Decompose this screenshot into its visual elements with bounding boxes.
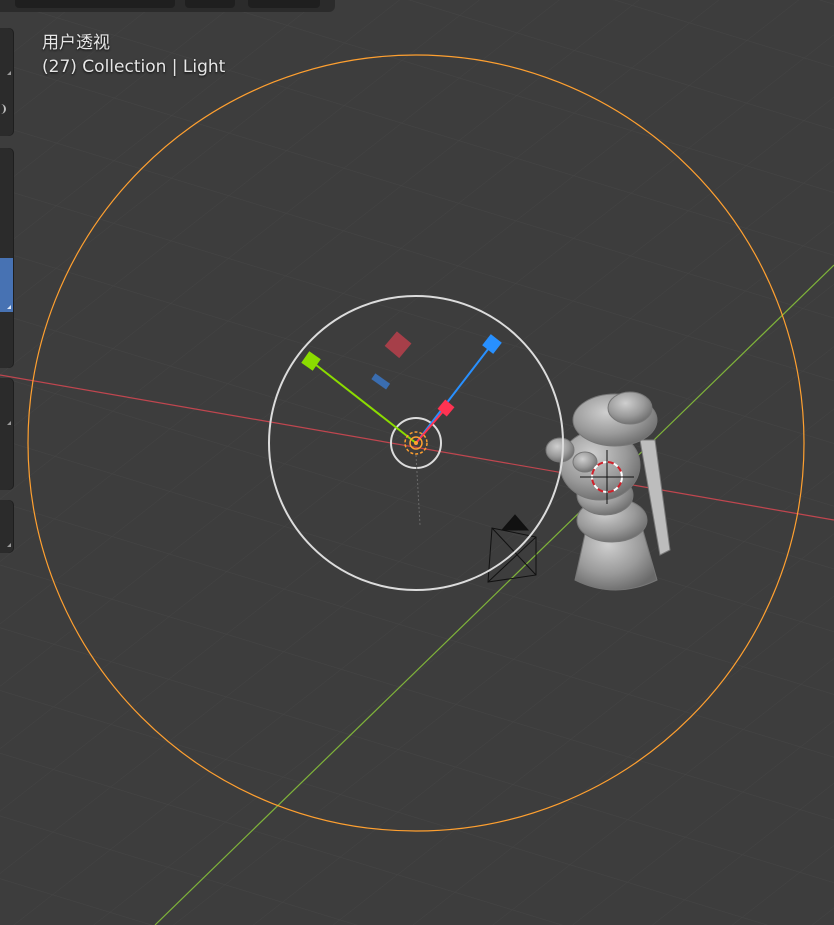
scale-tool-button[interactable] [0, 258, 13, 312]
cursor-tool-button[interactable] [0, 84, 13, 134]
view-name-label: 用户透视 [42, 33, 110, 53]
viewport-header[interactable] [0, 0, 335, 12]
submenu-corner-icon [7, 543, 11, 547]
cursor-tool-icon [0, 104, 6, 114]
3d-viewport[interactable]: 用户透视 (27) Collection | Light [0, 0, 834, 925]
header-field-mid[interactable] [185, 0, 235, 8]
add-cube-tool-button[interactable] [0, 500, 13, 550]
annotate-tool-button[interactable] [0, 378, 13, 428]
rotate-tool-button[interactable] [0, 202, 13, 252]
floor-grid [0, 0, 834, 925]
transform-tool-button[interactable] [0, 314, 13, 364]
toolbar-group-transform [0, 148, 13, 368]
submenu-corner-icon [7, 305, 11, 309]
object-info-label: (27) Collection | Light [42, 57, 226, 77]
viewport-scene[interactable] [0, 0, 834, 925]
submenu-corner-icon [7, 71, 11, 75]
toolbar-group-select [0, 28, 13, 136]
measure-tool-button[interactable] [0, 434, 13, 484]
header-field-right[interactable] [248, 0, 320, 8]
toolbar-group-annotate [0, 378, 13, 490]
header-field-left[interactable] [15, 0, 175, 8]
toolbar-group-add [0, 500, 13, 553]
select-tool-button[interactable] [0, 28, 13, 78]
submenu-corner-icon [7, 421, 11, 425]
move-tool-button[interactable] [0, 148, 13, 198]
